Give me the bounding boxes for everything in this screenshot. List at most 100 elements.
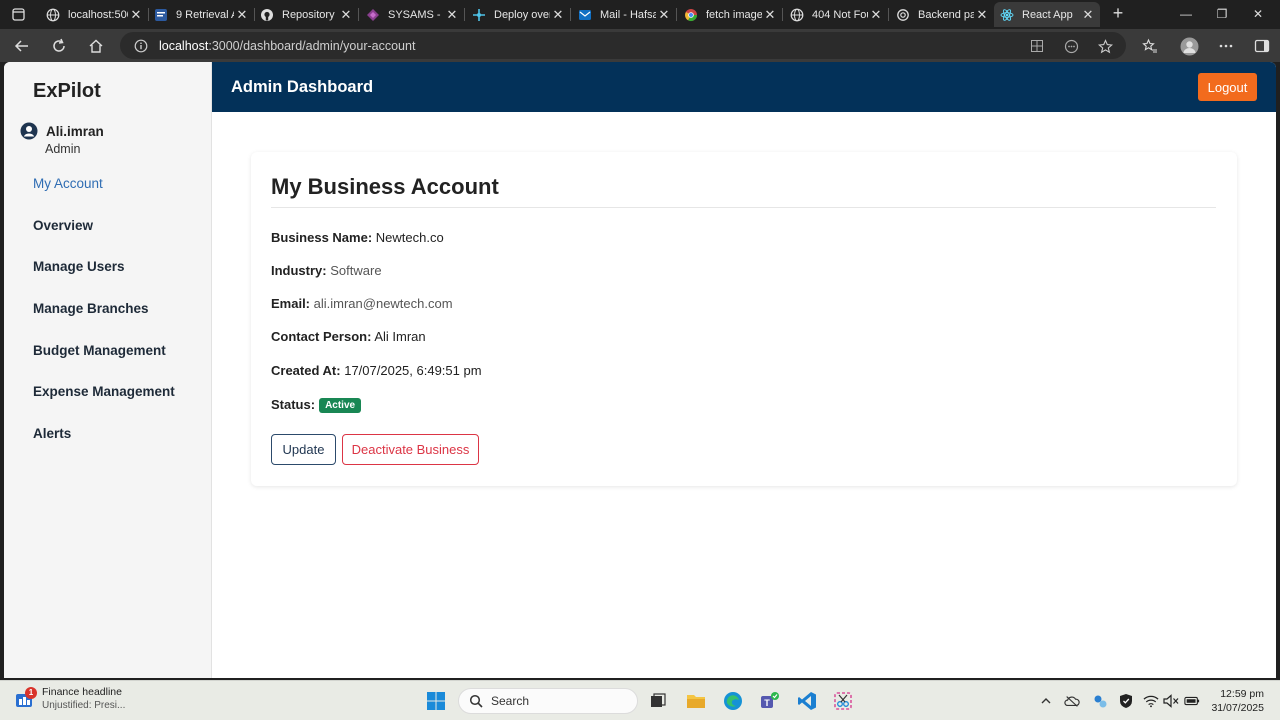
- wifi-icon[interactable]: [1143, 693, 1159, 709]
- browser-tab[interactable]: SYSAMS - P ✕: [360, 2, 464, 27]
- close-tab-icon[interactable]: ✕: [974, 7, 990, 23]
- tab-title: Backend pa: [918, 8, 974, 21]
- network-app-icon[interactable]: [1092, 693, 1108, 709]
- browser-tab[interactable]: Deploy over ✕: [466, 2, 570, 27]
- browser-toolbar: localhost:3000/dashboard/admin/your-acco…: [0, 29, 1280, 62]
- field-industry: Industry: Software: [271, 263, 382, 278]
- close-tab-icon[interactable]: ✕: [338, 7, 354, 23]
- file-explorer-icon[interactable]: [684, 689, 708, 713]
- back-arrow-icon[interactable]: [11, 35, 33, 57]
- close-tab-icon[interactable]: ✕: [1080, 7, 1096, 23]
- field-contact-person: Contact Person: Ali Imran: [271, 329, 426, 344]
- svg-text:T: T: [764, 698, 770, 708]
- more-menu-icon[interactable]: [1216, 36, 1236, 56]
- task-view-icon[interactable]: [646, 689, 670, 713]
- close-tab-icon[interactable]: ✕: [128, 7, 144, 23]
- browser-tab[interactable]: Repository s ✕: [254, 2, 358, 27]
- new-tab-icon[interactable]: +: [1108, 4, 1128, 24]
- edge-browser-icon[interactable]: [721, 689, 745, 713]
- browser-extension-icon[interactable]: [1062, 37, 1080, 55]
- system-clock[interactable]: 12:59 pm 31/07/2025: [1206, 687, 1264, 715]
- tab-title: Deploy over: [494, 8, 550, 21]
- page-viewport: ExPilot Ali.imran Admin My Account Overv…: [4, 62, 1276, 678]
- os-taskbar: 1 Finance headline Unjustified: Presi...…: [0, 680, 1280, 720]
- sidebar-item-budget-management[interactable]: Budget Management: [33, 343, 166, 358]
- field-created-at: Created At: 17/07/2025, 6:49:51 pm: [271, 363, 482, 378]
- sidebar-item-manage-users[interactable]: Manage Users: [33, 259, 125, 274]
- power-apps-icon: [366, 8, 380, 22]
- browser-tab-active[interactable]: React App ✕: [994, 2, 1100, 27]
- favorites-icon[interactable]: [1140, 36, 1160, 56]
- user-circle-icon: [20, 122, 38, 140]
- refresh-icon[interactable]: [48, 35, 70, 57]
- close-tab-icon[interactable]: ✕: [762, 7, 778, 23]
- tab-title: Repository s: [282, 8, 338, 21]
- home-icon[interactable]: [85, 35, 107, 57]
- outlook-icon: [578, 8, 592, 22]
- volume-muted-icon[interactable]: [1163, 693, 1179, 709]
- logout-button[interactable]: Logout: [1198, 73, 1257, 101]
- close-tab-icon[interactable]: ✕: [656, 7, 672, 23]
- close-tab-icon[interactable]: ✕: [444, 7, 460, 23]
- taskbar-search[interactable]: Search: [458, 688, 638, 714]
- profile-avatar[interactable]: [1179, 36, 1199, 56]
- globe-icon: [790, 8, 804, 22]
- site-info-icon[interactable]: [133, 38, 149, 54]
- onedrive-icon[interactable]: [1064, 693, 1080, 709]
- teams-icon[interactable]: T: [757, 689, 781, 713]
- search-icon: [469, 694, 483, 708]
- browser-tab[interactable]: 404 Not Fou ✕: [784, 2, 888, 27]
- security-shield-icon[interactable]: [1118, 693, 1134, 709]
- browser-tab[interactable]: Backend pa ✕: [890, 2, 994, 27]
- battery-icon[interactable]: [1184, 693, 1200, 709]
- page-title: My Business Account: [271, 174, 499, 199]
- sidebar-toggle-icon[interactable]: [1252, 36, 1272, 56]
- tab-title: SYSAMS - P: [388, 8, 444, 21]
- account-card: My Business Account Business Name: Newte…: [251, 152, 1237, 486]
- update-button[interactable]: Update: [271, 434, 336, 465]
- news-widget[interactable]: 1 Finance headline Unjustified: Presi...: [14, 686, 125, 712]
- tab-title: React App: [1022, 8, 1073, 21]
- news-widget-icon: 1: [14, 687, 37, 710]
- windows-start-icon[interactable]: [424, 689, 448, 713]
- apps-icon[interactable]: [1028, 37, 1046, 55]
- divider: [271, 207, 1216, 208]
- tab-title: Mail - Hafsa: [600, 8, 656, 21]
- tab-title: 404 Not Fou: [812, 8, 868, 21]
- close-window-icon[interactable]: ✕: [1244, 4, 1272, 24]
- address-bar[interactable]: localhost:3000/dashboard/admin/your-acco…: [120, 32, 1126, 59]
- browser-tab[interactable]: 9 Retrieval A ✕: [148, 2, 254, 27]
- sidebar-item-expense-management[interactable]: Expense Management: [33, 384, 175, 399]
- chevron-up-icon[interactable]: [1038, 693, 1054, 709]
- vscode-icon[interactable]: [795, 689, 819, 713]
- sidebar-item-alerts[interactable]: Alerts: [33, 426, 71, 441]
- status-badge: Active: [319, 398, 362, 413]
- browser-tab[interactable]: localhost:500 ✕: [40, 2, 148, 27]
- deactivate-business-button[interactable]: Deactivate Business: [342, 434, 479, 465]
- top-header: Admin Dashboard Logout: [212, 62, 1276, 112]
- minimize-icon[interactable]: —: [1172, 4, 1200, 24]
- field-email: Email: ali.imran@newtech.com: [271, 296, 453, 311]
- close-tab-icon[interactable]: ✕: [868, 7, 884, 23]
- close-tab-icon[interactable]: ✕: [550, 7, 566, 23]
- restore-icon[interactable]: ❐: [1208, 4, 1236, 24]
- chrome-icon: [684, 8, 698, 22]
- tab-actions-icon[interactable]: [6, 4, 30, 24]
- snipping-tool-icon[interactable]: [831, 689, 855, 713]
- browser-tab[interactable]: Mail - Hafsa ✕: [572, 2, 676, 27]
- user-role: Admin: [45, 142, 81, 156]
- react-icon: [1000, 8, 1014, 22]
- doc-icon: [154, 8, 168, 22]
- sidebar-item-my-account[interactable]: My Account: [33, 176, 103, 191]
- sidebar-item-overview[interactable]: Overview: [33, 218, 93, 233]
- favorite-star-icon[interactable]: [1096, 37, 1114, 55]
- close-tab-icon[interactable]: ✕: [234, 7, 250, 23]
- browser-tab[interactable]: fetch image ✕: [678, 2, 782, 27]
- sidebar-item-manage-branches[interactable]: Manage Branches: [33, 301, 149, 316]
- news-title: Finance headline: [42, 686, 122, 698]
- field-business-name: Business Name: Newtech.co: [271, 230, 444, 245]
- brand-logo: ExPilot: [33, 80, 101, 102]
- github-icon: [260, 8, 274, 22]
- notification-badge: 1: [25, 687, 37, 699]
- clock-date: 31/07/2025: [1211, 702, 1264, 714]
